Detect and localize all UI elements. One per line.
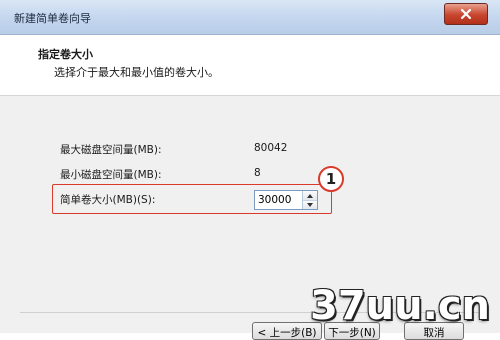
- spin-down-button[interactable]: [303, 200, 317, 209]
- max-space-label: 最大磁盘空间量(MB):: [60, 144, 162, 156]
- wizard-header: 指定卷大小 选择介于最大和最小值的卷大小。: [0, 35, 500, 96]
- wizard-content: 最大磁盘空间量(MB): 80042 最小磁盘空间量(MB): 8 简单卷大小(…: [0, 96, 500, 310]
- min-space-label: 最小磁盘空间量(MB):: [60, 169, 162, 181]
- wizard-window: 新建简单卷向导 指定卷大小 选择介于最大和最小值的卷大小。 最大磁盘空间量(MB…: [0, 0, 500, 340]
- title-bar: 新建简单卷向导: [0, 0, 500, 35]
- volume-size-spinner[interactable]: [254, 190, 318, 210]
- window-title: 新建简单卷向导: [14, 12, 91, 25]
- step-callout-badge: 1: [318, 166, 344, 192]
- volume-size-input[interactable]: [255, 191, 304, 209]
- arrow-up-icon: [307, 193, 313, 198]
- site-watermark: 37uu.cn: [310, 283, 490, 329]
- max-space-value: 80042: [254, 142, 288, 154]
- arrow-down-icon: [307, 203, 313, 207]
- spinner-buttons: [302, 191, 317, 209]
- spin-up-button[interactable]: [303, 191, 317, 200]
- min-space-value: 8: [254, 167, 261, 179]
- close-icon: [460, 8, 472, 20]
- page-subtitle: 选择介于最大和最小值的卷大小。: [54, 66, 219, 79]
- page-title: 指定卷大小: [38, 48, 93, 61]
- volume-size-label: 简单卷大小(MB)(S):: [60, 194, 156, 206]
- close-button[interactable]: [444, 3, 488, 25]
